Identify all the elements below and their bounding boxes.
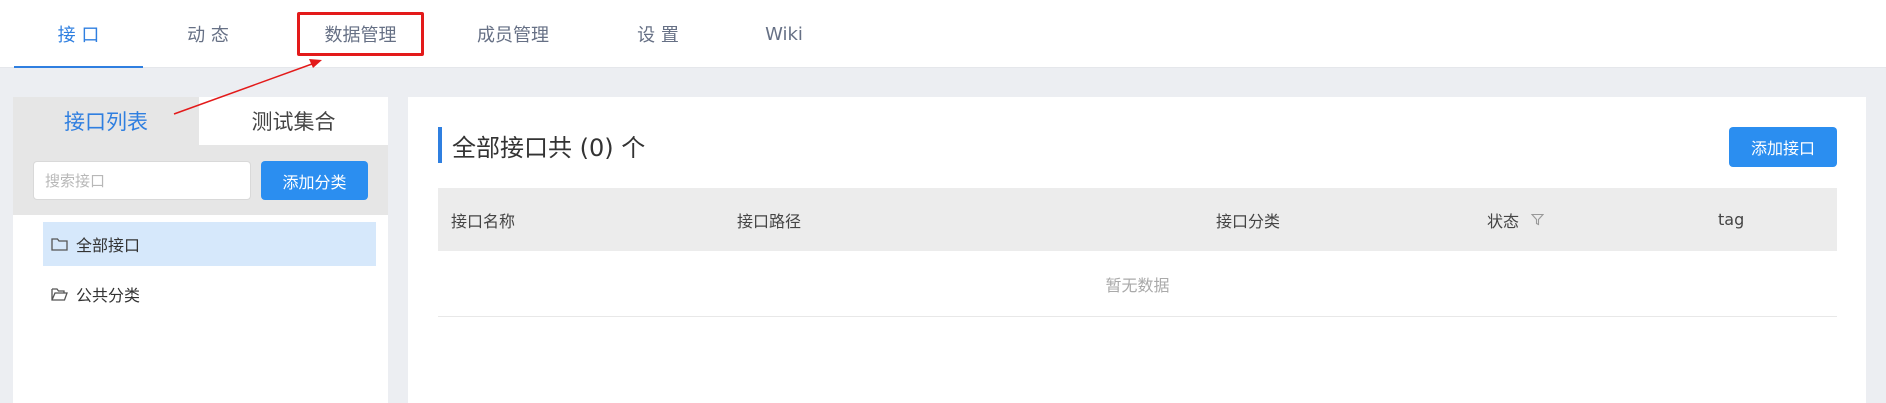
empty-text: 暂无数据 [1105,275,1170,295]
search-input[interactable] [33,161,251,200]
tree-item-all-interfaces[interactable]: 全部接口 [43,222,376,266]
active-tab-indicator [14,66,143,68]
table-empty-state: 暂无数据 [438,251,1837,317]
page: 接 口 动 态 数据管理 成员管理 设 置 Wiki 接口列表 测试集合 搜索接… [0,0,1886,403]
tree-item-label: 公共分类 [76,286,141,305]
tab-data-management[interactable]: 数据管理 [300,0,421,68]
tab-label: 设 置 [637,25,679,46]
column-header-path: 接口路径 [737,188,801,251]
tab-label: 测试集合 [251,110,336,134]
tab-label: 接 口 [57,25,100,46]
tab-label: Wiki [765,23,803,45]
folder-icon [51,237,68,251]
tree-item-label: 全部接口 [76,236,141,255]
add-interface-button[interactable]: 添加接口 [1729,127,1837,167]
tab-wiki[interactable]: Wiki [750,0,818,68]
search-area: 添加分类 [13,145,388,215]
tab-member-management[interactable]: 成员管理 [462,0,564,68]
column-label: 接口路径 [737,211,802,231]
column-label: 接口名称 [451,211,516,231]
tab-test-collection[interactable]: 测试集合 [199,97,388,145]
tab-label: 成员管理 [477,25,549,46]
page-title: 全部接口共 (0) 个 [438,127,645,163]
main-panel: 全部接口共 (0) 个 添加接口 接口名称 接口路径 接口分类 状态 tag 暂… [408,97,1866,403]
tree-item-public-category[interactable]: 公共分类 [43,272,376,316]
top-nav: 接 口 动 态 数据管理 成员管理 设 置 Wiki [0,0,1886,68]
column-label: 接口分类 [1216,211,1281,231]
tab-interface-list[interactable]: 接口列表 [13,97,199,145]
tab-activity[interactable]: 动 态 [160,0,256,68]
column-label: 状态 [1487,211,1520,231]
tab-settings[interactable]: 设 置 [620,0,696,68]
left-panel: 接口列表 测试集合 添加分类 全部接口 [13,97,388,403]
page-title-text: 全部接口共 (0) 个 [452,133,646,162]
column-header-category: 接口分类 [1216,188,1280,251]
column-header-status: 状态 [1487,188,1545,251]
column-header-name: 接口名称 [451,188,515,251]
button-label: 添加接口 [1750,139,1815,158]
filter-icon[interactable] [1531,213,1545,226]
add-category-button[interactable]: 添加分类 [261,161,368,200]
column-header-tag: tag [1718,188,1744,251]
tab-label: 接口列表 [64,110,148,134]
tab-interface[interactable]: 接 口 [14,0,143,68]
left-tabs: 接口列表 测试集合 [13,97,388,145]
folder-open-icon [51,287,68,301]
column-label: tag [1718,210,1745,229]
tab-label: 数据管理 [324,25,397,46]
button-label: 添加分类 [282,172,347,192]
table-header: 接口名称 接口路径 接口分类 状态 tag [438,188,1837,251]
tab-label: 动 态 [187,25,229,46]
